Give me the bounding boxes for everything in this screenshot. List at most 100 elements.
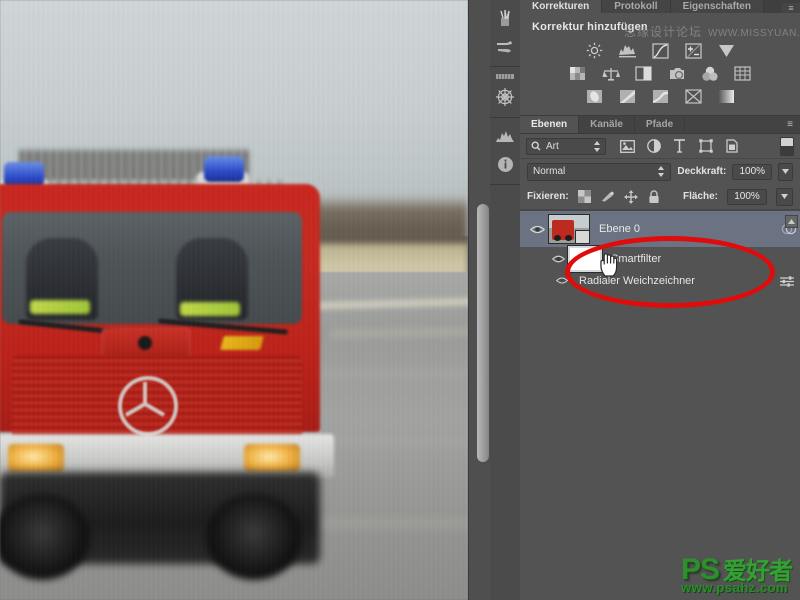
site-logo: PS 爱好者 www.psahz.com	[681, 555, 793, 595]
table-row[interactable]: Ebene 0	[520, 211, 800, 247]
stepper-icon	[594, 140, 600, 152]
dock-group-color	[490, 67, 520, 118]
color-balance-icon	[602, 67, 620, 81]
tab-korrekturen[interactable]: Korrekturen	[520, 0, 603, 13]
shape-filter-button[interactable]	[697, 138, 714, 155]
exposure-button[interactable]	[682, 41, 704, 60]
layers-panel-menu-icon[interactable]: ≡	[780, 116, 800, 133]
fire-truck-image	[0, 0, 468, 600]
tab-kanaele[interactable]: Kanäle	[579, 116, 635, 133]
invert-button[interactable]	[583, 87, 605, 106]
tab-ebenen[interactable]: Ebenen	[520, 116, 580, 133]
levels-button[interactable]	[616, 41, 638, 60]
histogram-icon	[496, 131, 514, 142]
brush-presets-dock-button[interactable]	[490, 32, 520, 60]
text-filter-button[interactable]	[671, 138, 688, 155]
lock-transparency-button[interactable]	[578, 190, 592, 204]
right-panel-column: Korrekturen Protokoll Eigenschaften ≡ Ko…	[520, 0, 800, 600]
vertical-scrollbar-thumb[interactable]	[477, 204, 489, 462]
scroll-up-arrow-icon[interactable]	[785, 215, 798, 228]
adjustments-row-2	[520, 64, 800, 83]
channel-mixer-button[interactable]	[699, 64, 721, 83]
threshold-button[interactable]	[649, 87, 671, 106]
smart-filter-visibility-toggle[interactable]	[548, 254, 568, 264]
smart-filter-mask-row[interactable]: Smartfilter	[520, 245, 800, 273]
wheel-right	[206, 494, 302, 580]
black-white-button[interactable]	[633, 64, 655, 83]
hand-cursor	[598, 252, 620, 283]
vertical-scrollbar-track[interactable]	[473, 0, 489, 600]
lock-position-button[interactable]	[623, 189, 638, 204]
document-canvas[interactable]	[0, 0, 468, 600]
info-dock-button[interactable]	[490, 150, 520, 178]
selective-color-button[interactable]	[682, 87, 704, 106]
filter-settings-button[interactable]	[774, 275, 800, 287]
curves-button[interactable]	[649, 41, 671, 60]
invert-icon	[586, 90, 602, 103]
layer-visibility-toggle[interactable]	[526, 224, 548, 235]
smart-filter-mask-thumbnail[interactable]	[567, 245, 603, 273]
adjustments-tabbar[interactable]: Korrekturen Protokoll Eigenschaften ≡	[520, 0, 800, 13]
yellow-marking	[220, 336, 264, 350]
panel-dock[interactable]	[490, 0, 521, 600]
histogram-dock-button[interactable]	[490, 122, 520, 150]
fill-dropdown-button[interactable]	[776, 187, 793, 206]
tab-pfade[interactable]: Pfade	[635, 116, 686, 133]
image-filter-button[interactable]	[619, 138, 636, 155]
levels-icon	[618, 45, 636, 58]
lock-all-button[interactable]	[647, 189, 661, 204]
filter-toggle-button[interactable]	[780, 136, 794, 156]
photo-filter-button[interactable]	[666, 64, 688, 83]
lock-pixels-button[interactable]	[601, 190, 615, 204]
canvas-gutter	[468, 0, 491, 600]
panel-menu-icon[interactable]: ≡	[782, 3, 800, 13]
adjustments-row-1	[520, 41, 800, 60]
vibrance-button[interactable]	[715, 41, 737, 60]
photoshop-window: Korrekturen Protokoll Eigenschaften ≡ Ko…	[0, 0, 800, 600]
text-filter-icon	[674, 139, 685, 153]
layer-kind-select[interactable]: Art	[526, 137, 606, 155]
swatch-strip[interactable]	[490, 71, 520, 83]
adjustments-panel: Korrektur hinzufügen 思缘设计论坛 WWW.MISSYUAN…	[520, 13, 800, 116]
color-balance-button[interactable]	[600, 64, 622, 83]
layer-list[interactable]: Ebene 0 Smartfilter Radialer Weichzeichn…	[520, 210, 800, 571]
smart-object-filter-button[interactable]	[723, 138, 740, 155]
tab-eigenschaften[interactable]: Eigenschaften	[670, 0, 764, 13]
info-icon	[497, 156, 513, 172]
gradient-map-icon	[718, 90, 734, 103]
fill-value[interactable]: 100%	[727, 188, 767, 205]
brush-presets-icon	[500, 9, 510, 26]
color-lookup-icon	[734, 66, 751, 81]
motion-streak	[330, 440, 468, 445]
threshold-icon	[652, 90, 668, 103]
hi-vis-stripe-right	[180, 302, 240, 316]
gradient-map-button[interactable]	[715, 87, 737, 106]
brightness-contrast-button[interactable]	[583, 41, 605, 60]
opacity-label: Deckkraft:	[677, 166, 727, 177]
kuler-dock-button[interactable]	[490, 83, 520, 111]
eye-icon	[551, 255, 565, 263]
opacity-dropdown-button[interactable]	[778, 162, 793, 181]
blend-mode-select[interactable]: Normal	[527, 162, 672, 181]
hue-saturation-icon	[570, 67, 585, 80]
opacity-value[interactable]: 100%	[732, 163, 773, 180]
tab-protokoll[interactable]: Protokoll	[602, 0, 671, 13]
chevron-down-icon	[781, 194, 788, 199]
thumbnail-wheel	[565, 235, 572, 241]
selective-color-icon	[684, 89, 702, 104]
layer-name[interactable]: Ebene 0	[599, 223, 776, 235]
adjustment-filter-button[interactable]	[645, 138, 662, 155]
posterize-button[interactable]	[616, 87, 638, 106]
filter-visibility-toggle[interactable]	[555, 272, 572, 290]
hue-saturation-button[interactable]	[567, 64, 589, 83]
layer-filter-bar: Art	[520, 134, 800, 159]
filter-row[interactable]: Radialer Weichzeichner	[520, 271, 800, 291]
curves-icon	[651, 42, 669, 59]
tool-presets-dock-button[interactable]	[490, 4, 520, 32]
snowflake-icon	[496, 88, 514, 106]
color-lookup-button[interactable]	[732, 64, 754, 83]
brightness-contrast-icon	[586, 42, 602, 59]
layers-tabbar[interactable]: Ebenen Kanäle Pfade ≡	[520, 116, 800, 134]
blend-mode-value: Normal	[533, 166, 566, 177]
layer-thumbnail[interactable]	[548, 214, 590, 244]
